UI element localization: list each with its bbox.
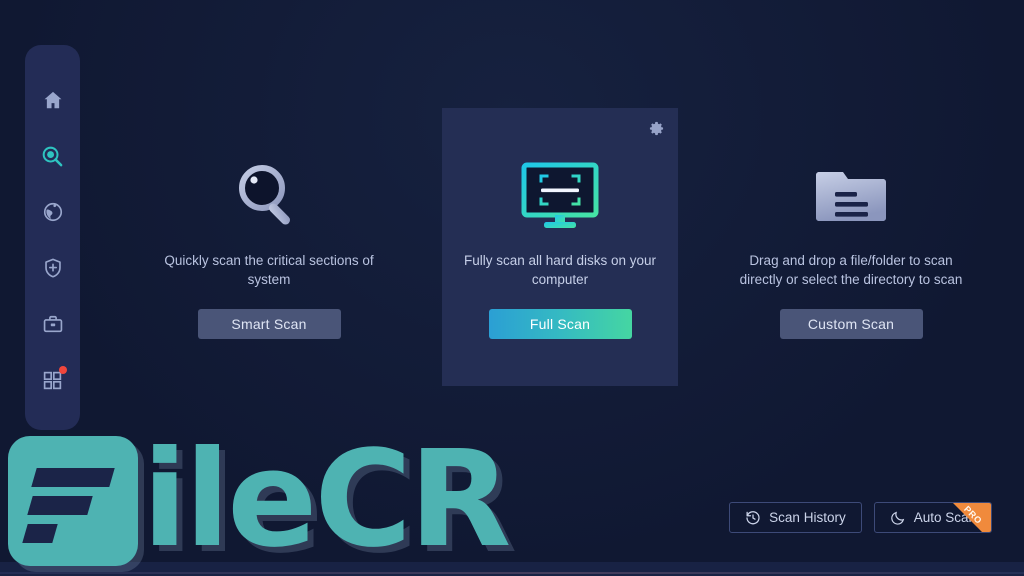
bottom-hairline	[0, 572, 1024, 574]
gear-icon[interactable]	[646, 118, 666, 138]
sidebar	[25, 45, 80, 430]
sidebar-item-more[interactable]	[33, 365, 73, 395]
home-icon	[42, 89, 64, 111]
scan-history-label: Scan History	[769, 510, 846, 525]
full-scan-panel: Fully scan all hard disks on your comput…	[442, 108, 678, 386]
globe-icon	[42, 201, 64, 223]
auto-scan-label: Auto Scan	[913, 510, 976, 525]
full-scan-button[interactable]: Full Scan	[488, 309, 632, 340]
sidebar-item-web-protection[interactable]	[33, 197, 73, 227]
shield-plus-icon	[42, 257, 64, 279]
monitor-scan-icon	[516, 156, 604, 238]
custom-scan-description: Drag and drop a file/folder to scan dire…	[739, 253, 963, 287]
scan-history-button[interactable]: Scan History	[729, 502, 862, 533]
search-icon	[41, 145, 64, 168]
sidebar-item-protection[interactable]	[33, 253, 73, 283]
auto-scan-button[interactable]: Auto Scan PRO	[873, 502, 992, 533]
smart-scan-description: Quickly scan the critical sections of sy…	[164, 253, 374, 287]
full-scan-description: Fully scan all hard disks on your comput…	[463, 253, 657, 287]
filecr-watermark-text: ileCR	[142, 423, 511, 576]
sidebar-item-home[interactable]	[33, 85, 73, 115]
filecr-watermark: ileCR	[8, 423, 511, 576]
filecr-logo-mark	[8, 436, 138, 566]
custom-scan-button[interactable]: Custom Scan	[779, 309, 923, 340]
notification-badge-dot	[58, 366, 67, 374]
custom-scan-panel: Drag and drop a file/folder to scan dire…	[678, 108, 1024, 340]
sidebar-item-scan[interactable]	[33, 141, 73, 171]
scan-options: Quickly scan the critical sections of sy…	[96, 108, 1024, 386]
application-window: Quickly scan the critical sections of sy…	[0, 0, 1024, 576]
bottom-action-bar: Scan History Auto Scan PRO	[729, 502, 992, 533]
magnifier-icon	[231, 156, 307, 238]
sidebar-item-tools[interactable]	[33, 309, 73, 339]
moon-icon	[890, 510, 906, 526]
smart-scan-panel: Quickly scan the critical sections of sy…	[96, 108, 442, 340]
toolbox-icon	[42, 313, 64, 335]
folder-icon	[813, 156, 889, 238]
history-clock-icon	[745, 510, 761, 526]
smart-scan-button[interactable]: Smart Scan	[197, 309, 341, 340]
